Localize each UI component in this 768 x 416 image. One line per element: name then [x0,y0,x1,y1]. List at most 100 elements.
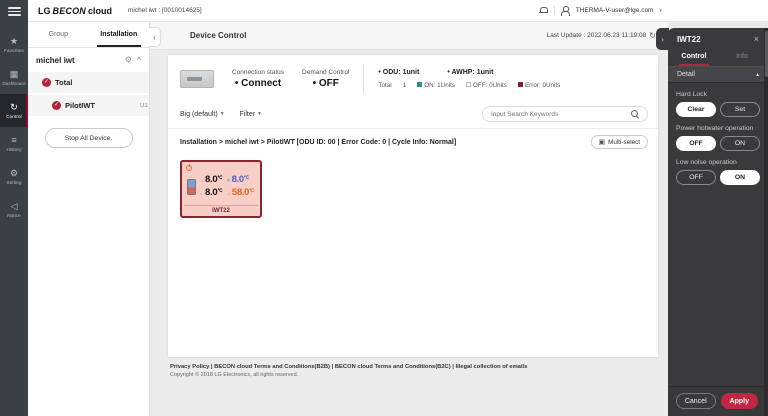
hard-lock-control: Hard Lock Clear Set [668,83,768,117]
main-content: Device Control Last Update : 2022.06.23 … [150,22,668,416]
unit-name: IWT22 [184,205,258,215]
chevron-up-icon[interactable]: ^ [137,57,141,64]
power-hotwater-on-button[interactable]: ON [720,136,760,151]
tree-collapse-toggle[interactable]: ‹ [149,27,161,47]
gear-icon[interactable]: ⚙ [125,56,132,64]
set-temps: ❄ 8.0 ℃ ♨ 58.0 ℃ [226,174,254,200]
footer-links[interactable]: Privacy Policy | BECON cloud Terms and C… [170,364,658,370]
sidebar-item-favorites[interactable]: ★ Favorites [0,28,28,61]
low-noise-on-button[interactable]: ON [720,170,760,185]
becon-cloud-logo: LG BECON cloud [38,6,112,16]
sidebar-item-setting[interactable]: ⚙ Setting [0,160,28,193]
filter-dropdown[interactable]: Filter ▾ [240,111,261,118]
control-icon: ↻ [10,102,18,112]
apply-button[interactable]: Apply [721,393,759,409]
owner-row: michel iwt ⚙ ^ [28,48,149,72]
breadcrumb: Installation > michel iwt > PilotIWT [OD… [180,139,456,146]
demand-control-group: Demand Control • OFF [302,69,349,89]
tab-info[interactable]: Info [718,49,766,66]
status-row: Connection status • Connect Demand Contr… [168,55,658,101]
water-outlet-icon: ← [199,189,204,200]
tree-tabs: Group Installation [28,22,149,48]
panel-header: IWT22 × [668,28,768,49]
indoor-unit-icon [187,179,196,195]
inlet-temp: 8.0 [205,174,217,185]
tab-installation[interactable]: Installation [89,22,150,47]
outlet-temp: 8.0 [205,187,217,198]
left-nav-rail: ★ Favorites ▦ Dashboard ↻ Control ≡ Hist… [0,0,28,416]
panel-tabs: Control Info [668,49,768,67]
multi-select-button[interactable]: ▣ Multi-select [591,135,648,149]
megaphone-icon: ◁ [11,201,18,211]
installation-tree-panel: Group Installation michel iwt ⚙ ^ ✓ Tota… [28,22,150,416]
tab-group[interactable]: Group [28,22,89,47]
close-icon[interactable]: × [754,35,759,44]
hot-water-icon: ♨ [226,189,230,200]
refresh-icon[interactable]: ↻ [649,32,656,40]
low-noise-control: Low noise operation OFF ON [668,151,768,185]
app-window: LG BECON cloud michel iwt : [0010014625]… [0,0,768,416]
stop-all-device-button[interactable]: Stop All Device. [45,128,133,148]
chevron-down-icon: ▾ [221,111,224,117]
hamburger-menu-icon[interactable] [8,7,21,16]
topbar-actions: THERMA-V-user@lge.com ▾ [539,6,662,15]
panel-actions: Cancel Apply [668,386,764,416]
cancel-button[interactable]: Cancel [676,393,716,409]
notification-bell-icon[interactable] [539,6,548,15]
main-header: Device Control Last Update : 2022.06.23 … [150,22,668,50]
owner-name: michel iwt [36,56,75,65]
top-bar: LG BECON cloud michel iwt : [0010014625]… [28,0,768,22]
dhw-temp: 58.0 [232,187,249,198]
tree-node-total[interactable]: ✓ Total [28,72,149,93]
device-thumbnail [180,70,214,88]
history-icon: ≡ [11,135,16,145]
tree-node-pilotiwt[interactable]: ✓ PilotIWT U1 [28,95,149,116]
search-input[interactable] [491,111,631,118]
device-control-card: Connection status • Connect Demand Contr… [168,55,658,357]
sidebar-item-dashboard[interactable]: ▦ Dashboard [0,61,28,94]
sidebar-item-control[interactable]: ↻ Control [0,94,28,127]
gear-icon: ⚙ [10,168,18,178]
odu-count: • ODU: 1unit [378,69,419,76]
on-swatch [417,82,422,87]
power-hotwater-off-button[interactable]: OFF [676,136,716,151]
user-email[interactable]: THERMA-V-user@lge.com [576,7,654,14]
unit-card-iwt22[interactable]: → 8.0 ℃ ← 8.0 ℃ ❄ 8.0 [180,160,262,218]
multi-select-icon: ▣ [599,139,606,146]
water-inlet-icon: → [199,176,204,187]
divider [554,6,555,15]
check-circle-icon: ✓ [42,78,51,87]
divider [363,64,364,94]
unit-stats: • ODU: 1unit • AWHP: 1unit Total 1 ON: 1… [378,69,560,89]
hard-lock-clear-button[interactable]: Clear [676,102,716,117]
chevron-up-icon: ▴ [756,72,759,78]
set-temp: 8.0 [232,174,244,185]
size-dropdown[interactable]: Big (default) ▾ [180,111,224,118]
total-value: 1 [403,82,407,89]
search-icon[interactable] [631,110,639,118]
hard-lock-set-button[interactable]: Set [720,102,760,117]
tab-control[interactable]: Control [670,49,718,66]
sidebar-item-history[interactable]: ≡ History [0,127,28,160]
check-circle-icon: ✓ [52,101,61,110]
low-noise-off-button[interactable]: OFF [676,170,716,185]
search-box [482,106,648,122]
chevron-down-icon: ▾ [258,111,261,117]
off-swatch [466,82,471,87]
sidebar-item-notice[interactable]: ◁ Notice [0,193,28,226]
last-update: Last Update : 2022.06.23 11:19:08 ↻ [547,32,656,40]
card-toolbar: Big (default) ▾ Filter ▾ [168,101,658,129]
awhp-count: • AWHP: 1unit [447,69,493,76]
breadcrumb-row: Installation > michel iwt > PilotIWT [OD… [168,129,658,151]
chevron-down-icon[interactable]: ▾ [659,8,662,14]
user-avatar-icon[interactable] [561,6,570,15]
detail-section-header[interactable]: Detail ▴ [668,67,768,83]
scrollbar[interactable] [764,28,768,416]
panel-title: IWT22 [677,35,701,44]
water-temps: → 8.0 ℃ ← 8.0 ℃ [199,174,222,200]
power-hotwater-control: Power hotwater operation OFF ON [668,117,768,151]
demand-control-value: • OFF [302,78,349,89]
lg-logo: LG [38,6,51,16]
scrollbar-thumb[interactable] [765,31,768,77]
power-icon [186,165,192,171]
